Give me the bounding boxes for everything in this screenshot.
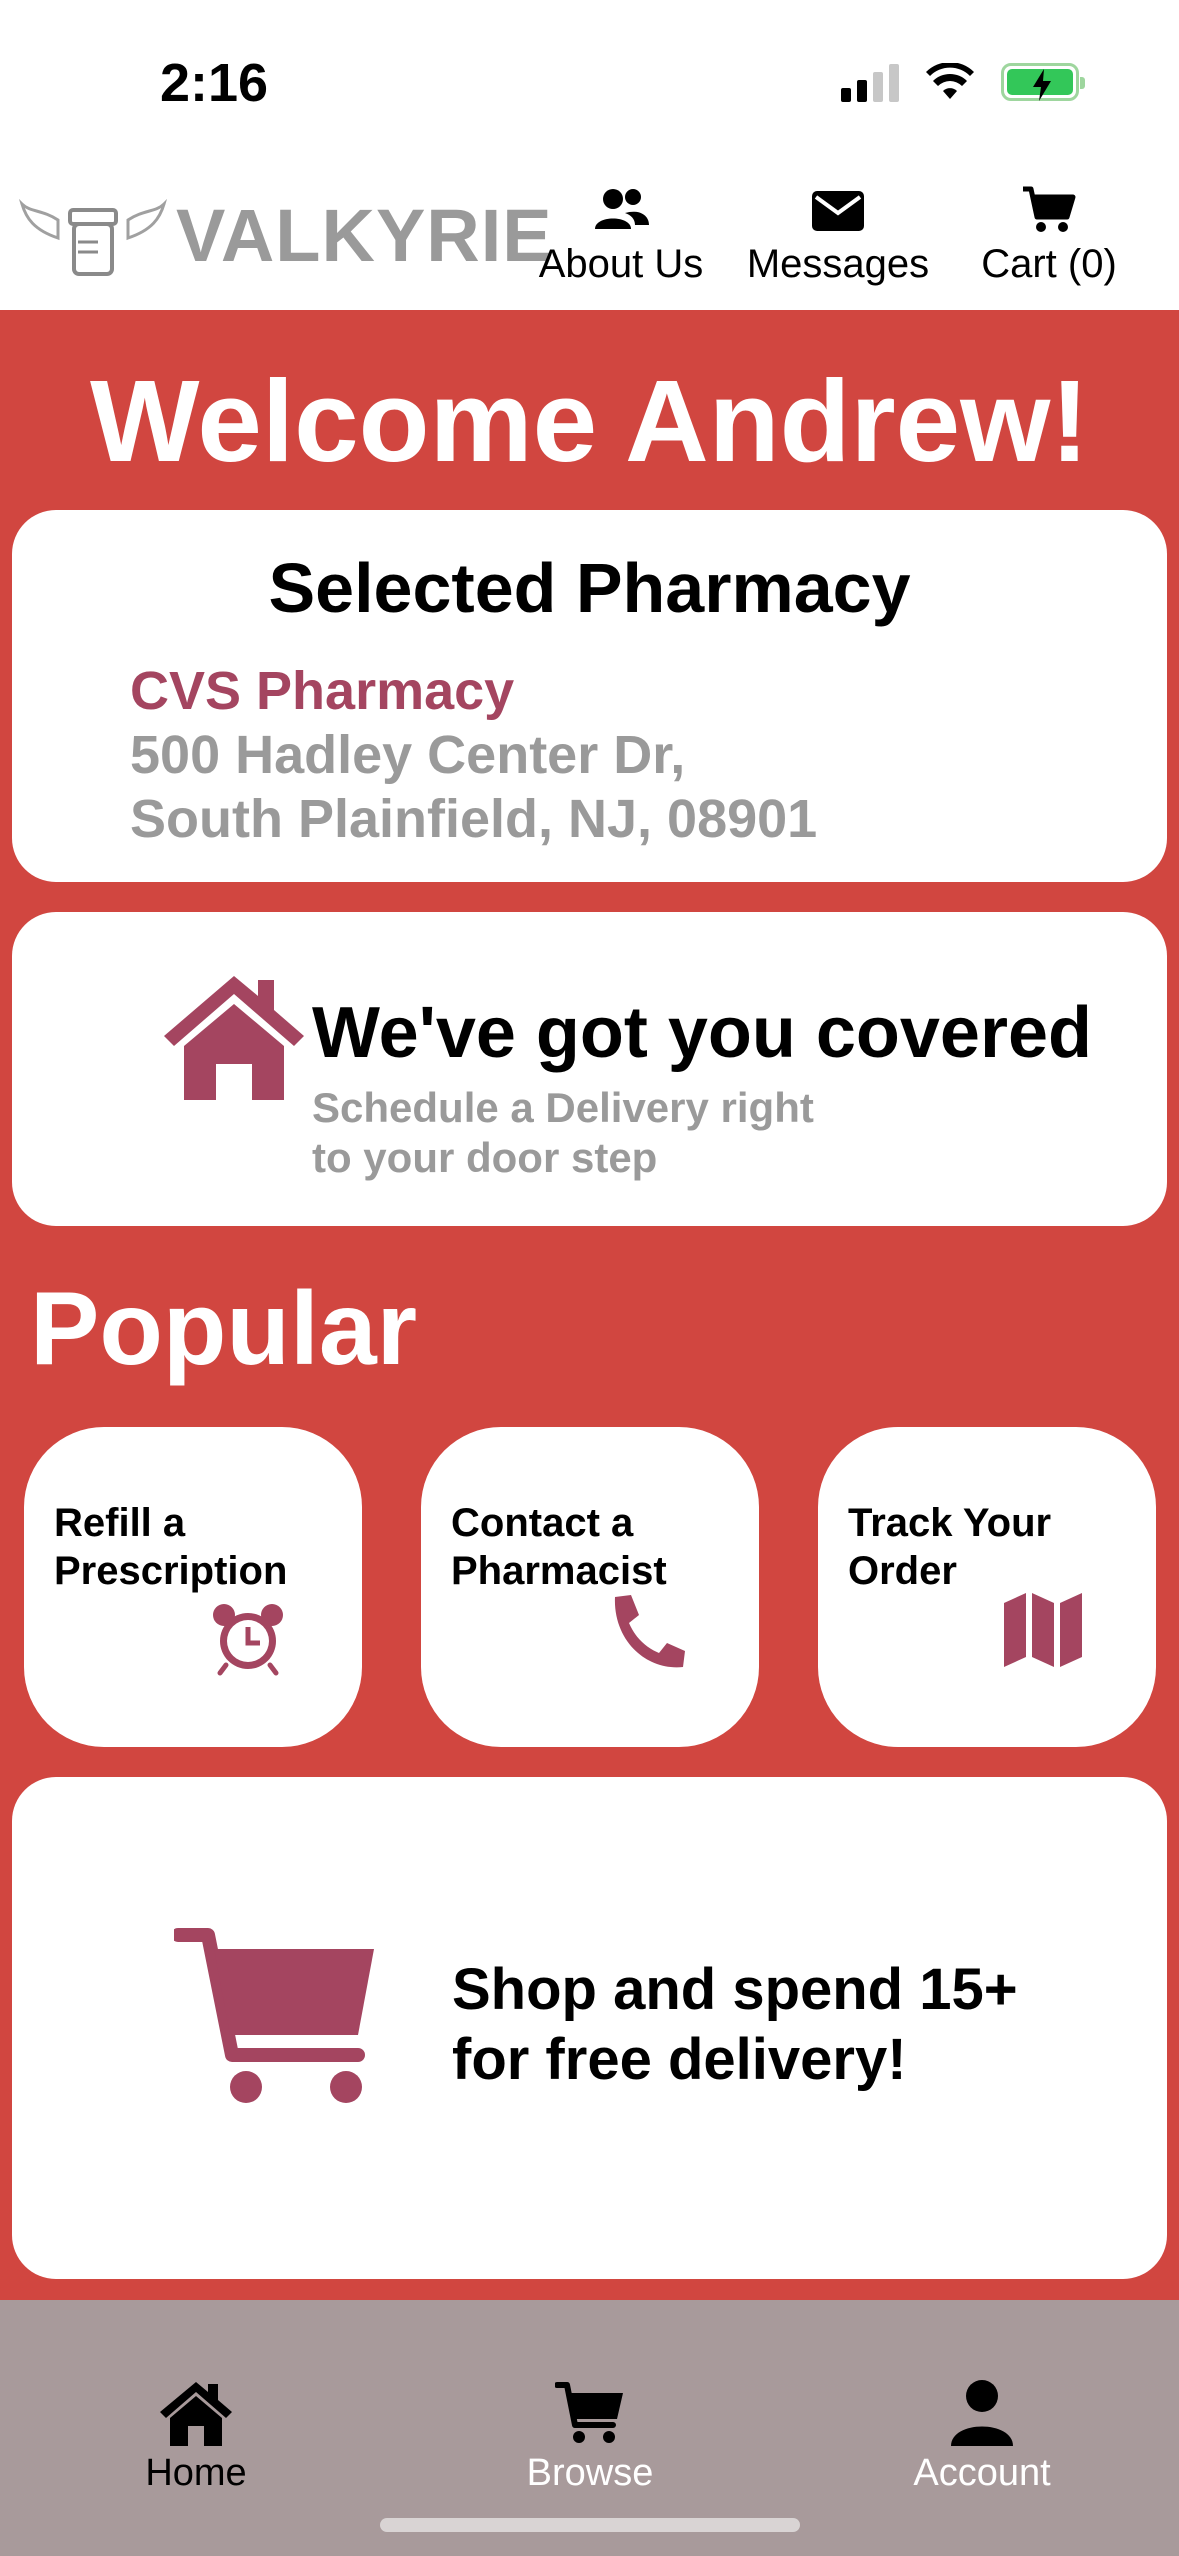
brand-logo[interactable]: VALKYRIE bbox=[18, 190, 553, 280]
status-bar: 2:16 bbox=[0, 0, 1179, 170]
pharmacy-address-line2: South Plainfield, NJ, 08901 bbox=[130, 789, 818, 849]
tab-home-label: Home bbox=[145, 2452, 247, 2494]
nav-about-us-label: About Us bbox=[538, 242, 704, 286]
nav-cart[interactable]: Cart (0) bbox=[970, 182, 1128, 287]
delivery-card[interactable]: We've got you covered Schedule a Deliver… bbox=[12, 912, 1167, 1226]
delivery-subtitle-line1: Schedule a Delivery right bbox=[312, 1084, 814, 1131]
house-icon bbox=[164, 976, 304, 1100]
tile-label: Track Your Order bbox=[848, 1501, 1052, 1593]
cellular-signal-icon bbox=[841, 62, 899, 102]
cart-icon bbox=[1023, 186, 1076, 232]
nav-about-us[interactable]: About Us bbox=[532, 182, 710, 287]
envelope-icon bbox=[812, 191, 864, 231]
users-icon bbox=[595, 189, 649, 229]
selected-pharmacy-title: Selected Pharmacy bbox=[268, 549, 911, 627]
map-icon bbox=[1004, 1593, 1082, 1667]
tile-label: Contact a Pharmacist bbox=[451, 1501, 667, 1593]
pharmacy-name: CVS Pharmacy bbox=[130, 661, 515, 721]
delivery-title: We've got you covered bbox=[312, 993, 1093, 1073]
battery-icon bbox=[1001, 63, 1085, 101]
tab-browse-label: Browse bbox=[526, 2452, 654, 2494]
winged-pill-bottle-icon bbox=[18, 198, 168, 276]
nav-messages-label: Messages bbox=[746, 242, 930, 286]
home-icon bbox=[160, 2382, 232, 2446]
status-time: 2:16 bbox=[160, 53, 269, 113]
pharmacy-address-line1: 500 Hadley Center Dr, bbox=[130, 725, 686, 785]
tab-account[interactable]: Account bbox=[852, 2378, 1112, 2495]
tile-contact-pharmacist[interactable]: Contact a Pharmacist bbox=[421, 1427, 759, 1747]
alarm-clock-icon bbox=[213, 1604, 283, 1676]
popular-heading: Popular bbox=[30, 1271, 418, 1387]
tile-track-order[interactable]: Track Your Order bbox=[818, 1427, 1156, 1747]
tile-label: Refill a Prescription bbox=[54, 1501, 288, 1593]
promo-text: Shop and spend 15+ for free delivery! bbox=[452, 1957, 1018, 2092]
brand-name: VALKYRIE bbox=[176, 193, 553, 277]
selected-pharmacy-card[interactable]: Selected Pharmacy CVS Pharmacy 500 Hadle… bbox=[12, 510, 1167, 882]
nav-cart-label: Cart (0) bbox=[981, 242, 1117, 286]
app-header: VALKYRIE About Us Messages Cart (0) bbox=[0, 170, 1179, 310]
wifi-icon bbox=[926, 63, 974, 99]
phone-icon bbox=[614, 1595, 685, 1668]
tab-account-label: Account bbox=[913, 2452, 1051, 2494]
home-content: Welcome Andrew! Selected Pharmacy CVS Ph… bbox=[0, 310, 1179, 2310]
user-icon bbox=[951, 2380, 1013, 2446]
cart-icon bbox=[555, 2382, 623, 2443]
welcome-heading: Welcome Andrew! bbox=[89, 356, 1090, 486]
tile-refill-prescription[interactable]: Refill a Prescription bbox=[24, 1427, 362, 1747]
shopping-cart-icon bbox=[174, 1928, 374, 2103]
free-delivery-promo-card[interactable]: Shop and spend 15+ for free delivery! bbox=[12, 1777, 1167, 2279]
nav-messages[interactable]: Messages bbox=[740, 182, 936, 287]
tab-home[interactable]: Home bbox=[66, 2378, 326, 2495]
status-icons bbox=[841, 62, 1085, 102]
delivery-subtitle-line2: to your door step bbox=[312, 1134, 658, 1181]
home-indicator bbox=[380, 2518, 800, 2532]
tab-browse[interactable]: Browse bbox=[460, 2378, 720, 2495]
